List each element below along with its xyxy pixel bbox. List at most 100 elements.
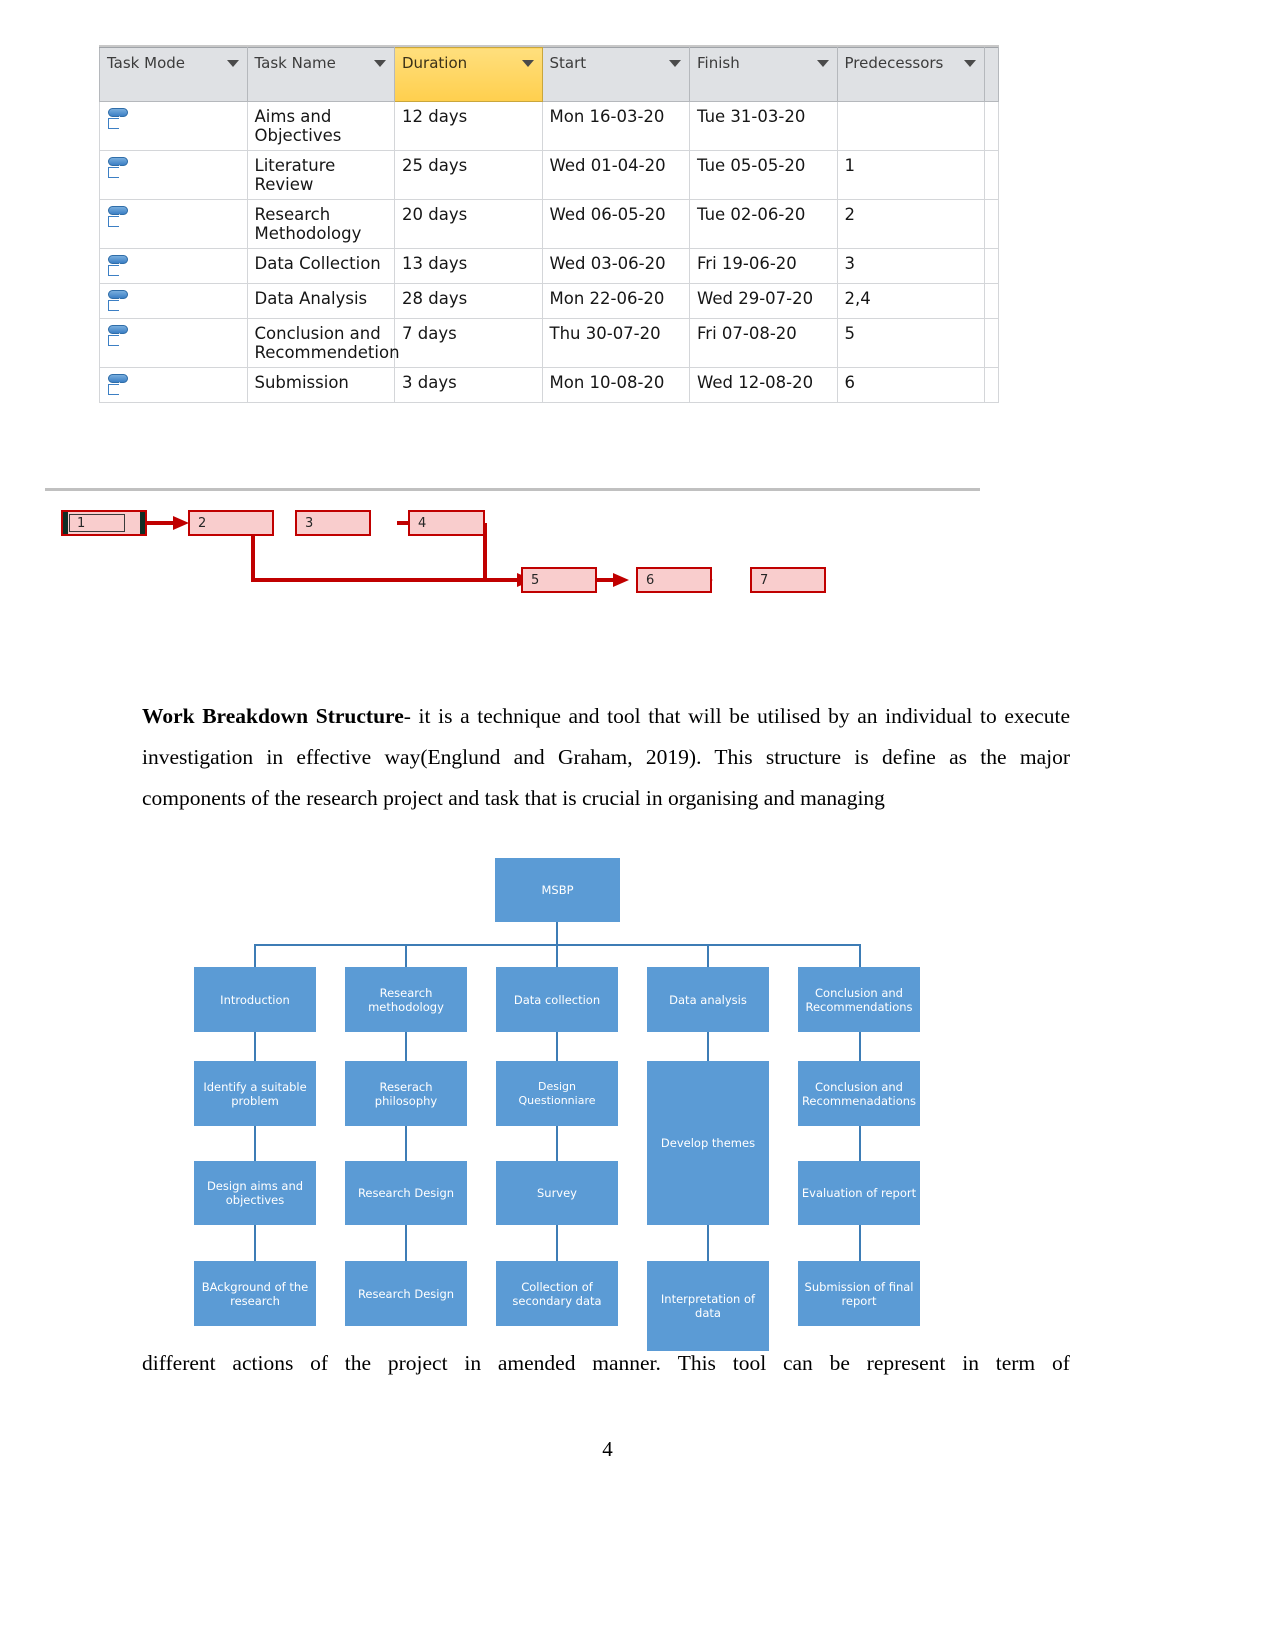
- cell-next-partial[interactable]: [984, 283, 999, 319]
- wbs-node-c3-r1[interactable]: Data collection: [496, 967, 618, 1032]
- cell-next-partial[interactable]: [984, 367, 999, 403]
- network-node-2[interactable]: 2: [188, 510, 274, 536]
- table-row[interactable]: Literature Review 25 days Wed 01-04-20 Tue …: [99, 150, 999, 200]
- network-node-6[interactable]: 6: [636, 567, 712, 593]
- wbs-node-c3-r2[interactable]: Design Questionniare: [496, 1061, 618, 1126]
- column-header-next-partial[interactable]: [984, 47, 999, 102]
- cell-start[interactable]: Wed 01-04-20: [541, 150, 690, 200]
- cell-task-mode[interactable]: [99, 248, 248, 284]
- cell-task-mode[interactable]: [99, 150, 248, 200]
- cell-finish[interactable]: Wed 12-08-20: [689, 367, 838, 403]
- table-row[interactable]: Submission 3 days Mon 10-08-20 Wed 12-08-20…: [99, 367, 999, 403]
- wbs-node-c1-r4[interactable]: BAckground of the research: [194, 1261, 316, 1326]
- cell-next-partial[interactable]: [984, 248, 999, 284]
- cell-start[interactable]: Wed 06-05-20: [541, 199, 690, 249]
- wbs-node-c5-r1[interactable]: Conclusion and Recommendations: [798, 967, 920, 1032]
- cell-task-name[interactable]: Aims and Objectives: [246, 101, 395, 151]
- network-node-4[interactable]: 4: [408, 510, 485, 536]
- cell-duration[interactable]: 7 days: [394, 318, 543, 368]
- cell-predecessors[interactable]: 6: [836, 367, 985, 403]
- cell-task-name[interactable]: Conclusion and Recommendetion: [246, 318, 400, 368]
- cell-next-partial[interactable]: [984, 318, 999, 368]
- cell-next-partial[interactable]: [984, 101, 999, 151]
- cell-start[interactable]: Mon 22-06-20: [541, 283, 690, 319]
- cell-task-mode[interactable]: [99, 283, 248, 319]
- network-node-7[interactable]: 7: [750, 567, 826, 593]
- wbs-node-c2-r1[interactable]: Research methodology: [345, 967, 467, 1032]
- cell-task-mode[interactable]: [99, 101, 248, 151]
- filter-dropdown-icon[interactable]: [964, 60, 976, 67]
- wbs-node-c1-r2[interactable]: Identify a suitable problem: [194, 1061, 316, 1126]
- cell-start[interactable]: Mon 10-08-20: [541, 367, 690, 403]
- cell-finish[interactable]: Fri 07-08-20: [689, 318, 838, 368]
- wbs-node-c2-r4[interactable]: Research Design: [345, 1261, 467, 1326]
- filter-dropdown-icon[interactable]: [226, 60, 239, 67]
- wbs-node-c5-r2[interactable]: Conclusion and Recommenadations: [798, 1061, 920, 1126]
- table-row[interactable]: Research Methodology 20 days Wed 06-05-20 T…: [99, 199, 999, 249]
- wbs-node-c2-r3[interactable]: Research Design: [345, 1161, 467, 1225]
- wbs-node-c4-r1[interactable]: Data analysis: [647, 967, 769, 1032]
- cell-predecessors[interactable]: 2,4: [836, 283, 985, 319]
- cell-finish[interactable]: Wed 29-07-20: [689, 283, 838, 319]
- auto-schedule-icon: [107, 289, 131, 313]
- cell-next-partial[interactable]: [984, 150, 999, 200]
- cell-predecessors[interactable]: [836, 101, 985, 151]
- cell-task-name[interactable]: Data Analysis: [246, 283, 395, 319]
- table-row[interactable]: Data Collection 13 days Wed 03-06-20 Fri 19…: [99, 248, 999, 284]
- filter-dropdown-icon[interactable]: [669, 60, 681, 67]
- wbs-node-c3-r4[interactable]: Collection of secondary data: [496, 1261, 618, 1326]
- cell-start[interactable]: Wed 03-06-20: [541, 248, 690, 284]
- cell-predecessors[interactable]: 3: [836, 248, 985, 284]
- cell-finish[interactable]: Tue 05-05-20: [689, 150, 838, 200]
- wbs-node-c5-r4[interactable]: Submission of final report: [798, 1261, 920, 1326]
- cell-finish[interactable]: Tue 31-03-20: [689, 101, 838, 151]
- filter-dropdown-icon[interactable]: [521, 60, 534, 67]
- cell-task-name[interactable]: Submission: [246, 367, 395, 403]
- cell-duration[interactable]: 20 days: [394, 199, 543, 249]
- cell-predecessors[interactable]: 2: [836, 199, 985, 249]
- cell-duration[interactable]: 25 days: [394, 150, 543, 200]
- cell-task-mode[interactable]: [99, 318, 248, 368]
- cell-predecessors[interactable]: 1: [836, 150, 985, 200]
- column-header-start-label: Start: [549, 54, 587, 72]
- column-header-task-name[interactable]: Task Name: [246, 47, 395, 102]
- cell-task-name[interactable]: Literature Review: [246, 150, 395, 200]
- column-header-finish[interactable]: Finish: [689, 47, 838, 102]
- cell-finish[interactable]: Tue 02-06-20: [689, 199, 838, 249]
- column-header-duration[interactable]: Duration: [394, 47, 543, 102]
- wbs-node-c2-r2[interactable]: Reserach philosophy: [345, 1061, 467, 1126]
- wbs-connector-c4-1: [707, 1032, 709, 1061]
- column-header-start[interactable]: Start: [541, 47, 690, 102]
- cell-start[interactable]: Mon 16-03-20: [541, 101, 690, 151]
- cell-duration[interactable]: 13 days: [394, 248, 543, 284]
- wbs-node-c1-r3[interactable]: Design aims and objectives: [194, 1161, 316, 1225]
- filter-dropdown-icon[interactable]: [816, 60, 829, 67]
- cell-task-mode[interactable]: [99, 367, 248, 403]
- cell-task-mode[interactable]: [99, 199, 248, 249]
- wbs-node-c3-r3[interactable]: Survey: [496, 1161, 618, 1225]
- cell-task-name[interactable]: Data Collection: [246, 248, 395, 284]
- filter-dropdown-icon[interactable]: [374, 60, 386, 67]
- table-row[interactable]: Conclusion and Recommendetion 7 days Thu 3…: [99, 318, 999, 368]
- cell-predecessors[interactable]: 5: [836, 318, 985, 368]
- cell-duration[interactable]: 3 days: [394, 367, 543, 403]
- network-node-3[interactable]: 3: [295, 510, 371, 536]
- wbs-node-c2-r3-label: Research Design: [357, 1186, 455, 1200]
- cell-next-partial[interactable]: [984, 199, 999, 249]
- wbs-node-c5-r3[interactable]: Evaluation of report: [798, 1161, 920, 1225]
- cell-task-name[interactable]: Research Methodology: [246, 199, 395, 249]
- cell-start[interactable]: Thu 30-07-20: [541, 318, 690, 368]
- column-header-task-mode[interactable]: Task Mode: [99, 47, 248, 102]
- cell-duration[interactable]: 28 days: [394, 283, 543, 319]
- wbs-node-c4-r3[interactable]: Interpretation of data: [647, 1261, 769, 1351]
- wbs-node-c1-r1[interactable]: Introduction: [194, 967, 316, 1032]
- network-node-5[interactable]: 5: [521, 567, 597, 593]
- column-header-predecessors[interactable]: Predecessors: [836, 47, 985, 102]
- cell-duration[interactable]: 12 days: [394, 101, 543, 151]
- wbs-node-c4-r2[interactable]: Develop themes: [647, 1061, 769, 1225]
- table-row[interactable]: Data Analysis 28 days Mon 22-06-20 Wed 29-0…: [99, 283, 999, 319]
- wbs-node-root[interactable]: MSBP: [495, 858, 620, 922]
- network-node-1[interactable]: 1: [61, 510, 147, 536]
- cell-finish[interactable]: Fri 19-06-20: [689, 248, 838, 284]
- table-row[interactable]: Aims and Objectives 12 days Mon 16-03-20 Tu…: [99, 101, 999, 151]
